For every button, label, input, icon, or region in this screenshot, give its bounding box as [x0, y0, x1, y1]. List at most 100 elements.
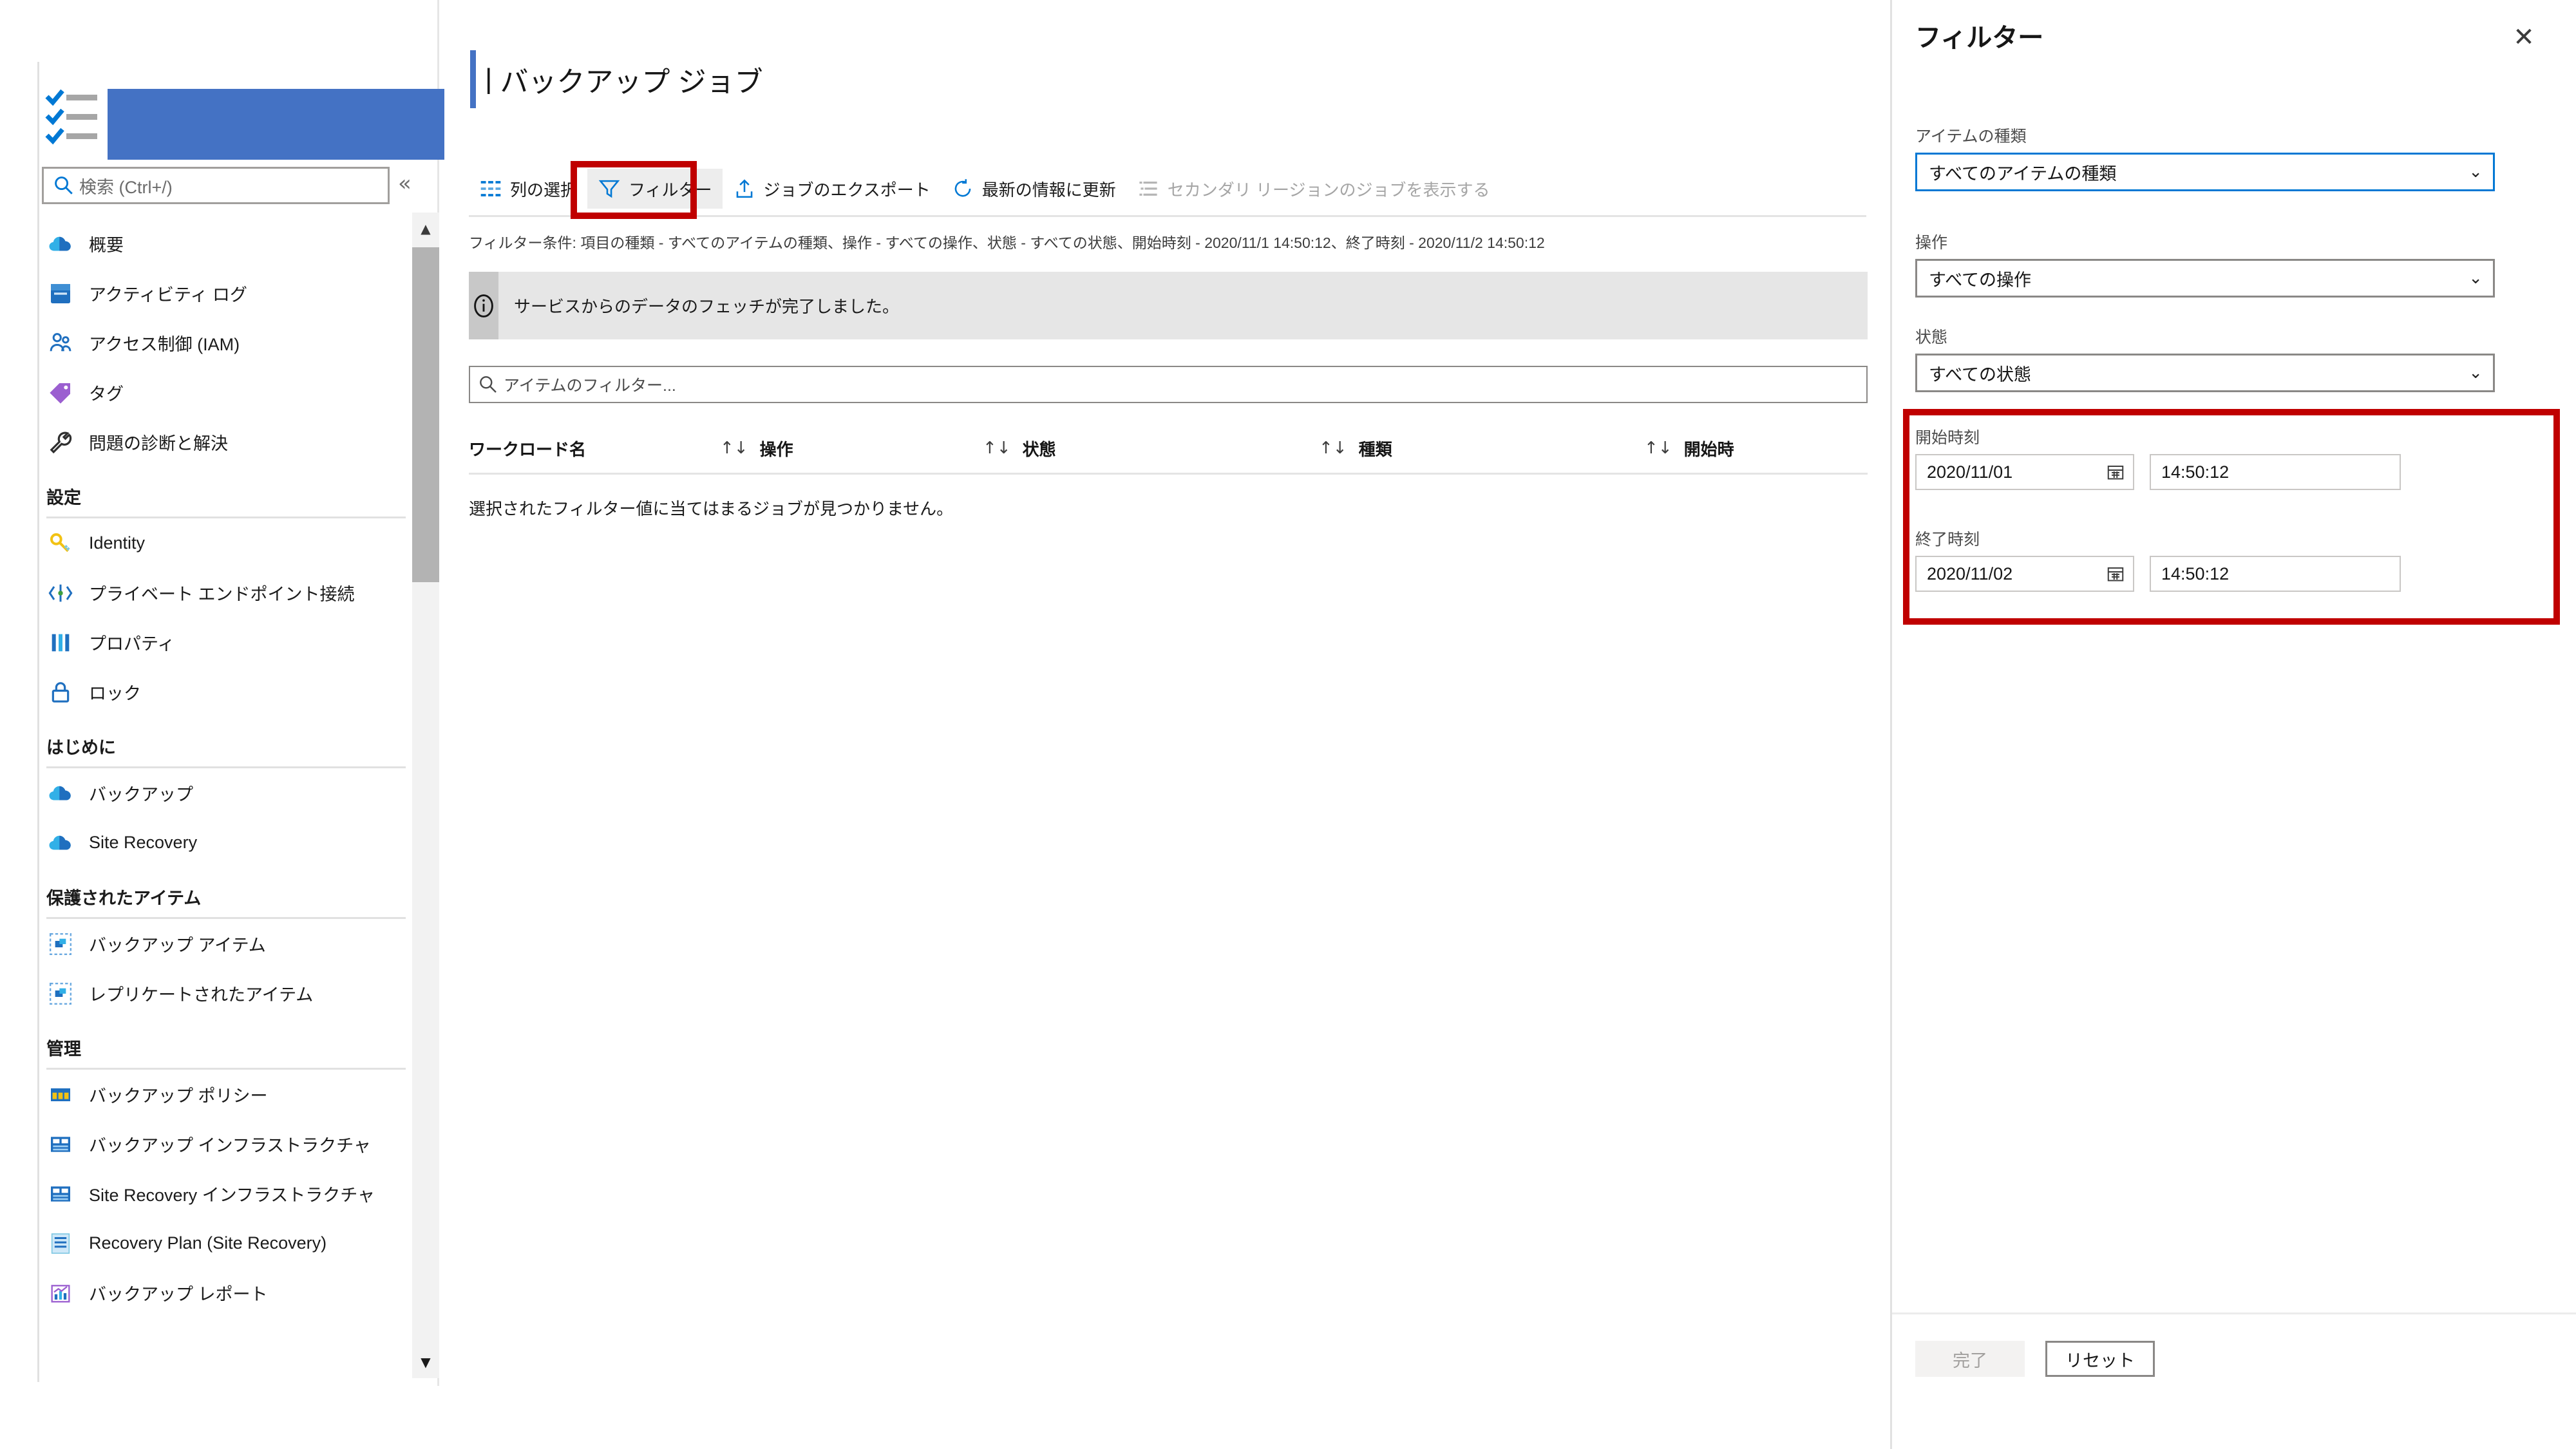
filter-panel-actions: 完了 リセット: [1915, 1341, 2155, 1377]
sidebar-item-site-recovery-infrastructure[interactable]: Site Recovery インフラストラクチャ: [40, 1169, 407, 1218]
column-header-status[interactable]: ↑↓ 状態: [983, 425, 1056, 471]
vault-header: Recovery Services コンテナー: [45, 71, 498, 184]
columns-icon: [479, 177, 502, 200]
sidebar-group-title: 保護されたアイテム: [46, 889, 202, 908]
column-label: 状態: [1022, 439, 1056, 459]
done-button[interactable]: 完了: [1915, 1341, 2025, 1377]
scroll-down-arrow-icon[interactable]: ▼: [412, 1349, 439, 1376]
select-columns-button[interactable]: 列の選択: [469, 169, 587, 209]
sidebar-item-tags[interactable]: タグ: [40, 368, 407, 417]
sidebar-item-overview[interactable]: 概要: [40, 219, 407, 269]
column-header-workload-name[interactable]: ワークロード名: [469, 425, 586, 471]
sidebar-item-properties[interactable]: プロパティ: [40, 618, 407, 667]
left-sidebar: Recovery Services コンテナー 検索 (Ctrl+/) « ▲ …: [0, 0, 498, 1386]
chevron-down-icon: ⌄: [2468, 162, 2483, 182]
operation-select[interactable]: すべての操作 ⌄: [1915, 259, 2495, 298]
toolbar-button-label: 最新の情報に更新: [981, 180, 1116, 200]
filter-field-item-type: アイテムの種類 すべてのアイテムの種類 ⌄: [1915, 124, 2495, 191]
end-date-input[interactable]: 2020/11/02: [1915, 556, 2134, 592]
list-icon: [1137, 177, 1160, 200]
status-select[interactable]: すべての状態 ⌄: [1915, 354, 2495, 392]
filter-button[interactable]: フィルター: [587, 169, 723, 209]
sidebar-item-recovery-plan[interactable]: Recovery Plan (Site Recovery): [40, 1218, 407, 1268]
sidebar-item-replicated-items[interactable]: レプリケートされたアイテム: [40, 969, 407, 1018]
sort-icon[interactable]: ↑↓: [720, 439, 748, 458]
column-header-type[interactable]: ↑↓ 種類: [1319, 425, 1392, 471]
sidebar-search-input[interactable]: 検索 (Ctrl+/): [42, 167, 390, 204]
sidebar-item-locks[interactable]: ロック: [40, 667, 407, 717]
filter-field-end-time: 終了時刻 2020/11/02 14:50:12: [1915, 527, 2495, 592]
sidebar-item-access-control[interactable]: アクセス制御 (IAM): [40, 318, 407, 368]
sidebar-group-protected-items: 保護されたアイテム: [40, 884, 407, 919]
breadcrumb-separator: |: [485, 62, 493, 95]
sidebar-item-label: Site Recovery: [89, 833, 198, 852]
reset-button[interactable]: リセット: [2045, 1341, 2155, 1377]
backup-infrastructure-icon: [46, 1130, 75, 1159]
sort-icon[interactable]: ↑↓: [983, 439, 1011, 458]
export-jobs-button[interactable]: ジョブのエクスポート: [723, 169, 941, 209]
azure-portal-screen: Recovery Services コンテナー 検索 (Ctrl+/) « ▲ …: [0, 0, 2576, 1449]
sidebar-scrollbar-thumb[interactable]: [412, 247, 439, 582]
item-type-select[interactable]: すべてのアイテムの種類 ⌄: [1915, 153, 2495, 191]
jobs-table-header: ワークロード名 ↑↓ 操作 ↑↓ 状態 ↑↓ 種類 ↑↓ 開始時: [469, 425, 1868, 471]
column-header-operation[interactable]: ↑↓ 操作: [720, 425, 793, 471]
sidebar-item-backup-infrastructure[interactable]: バックアップ インフラストラクチャ: [40, 1119, 407, 1169]
access-control-icon: [46, 329, 75, 357]
sidebar-item-backup-policies[interactable]: バックアップ ポリシー: [40, 1070, 407, 1119]
refresh-button[interactable]: 最新の情報に更新: [941, 169, 1126, 209]
column-header-start-time[interactable]: ↑↓ 開始時: [1644, 425, 1734, 471]
sidebar-group-manage: 管理: [40, 1035, 407, 1070]
sidebar-item-diagnose-solve[interactable]: 問題の診断と解決: [40, 417, 407, 467]
sidebar-item-backup[interactable]: バックアップ: [40, 768, 407, 818]
item-filter-input[interactable]: アイテムのフィルター...: [469, 366, 1868, 403]
sidebar-item-label: バックアップ レポート: [89, 1285, 268, 1304]
sidebar-item-site-recovery[interactable]: Site Recovery: [40, 818, 407, 867]
sidebar-item-label: 問題の診断と解決: [89, 434, 228, 453]
close-icon[interactable]: ✕: [2507, 21, 2541, 54]
toolbar-divider: [469, 215, 1866, 217]
sidebar-item-backup-reports[interactable]: バックアップ レポート: [40, 1268, 407, 1318]
sidebar-item-label: バックアップ インフラストラクチャ: [89, 1136, 371, 1155]
select-value: すべてのアイテムの種類: [1929, 164, 2117, 184]
sidebar-group-getting-started: はじめに: [40, 734, 407, 768]
sidebar-item-label: プロパティ: [89, 634, 175, 654]
sidebar-item-label: バックアップ アイテム: [89, 936, 266, 955]
backup-policy-icon: [46, 1081, 75, 1109]
sidebar-group-title: はじめに: [46, 738, 116, 757]
sidebar-item-identity[interactable]: Identity: [40, 518, 407, 568]
toolbar-button-label: セカンダリ リージョンのジョブを表示する: [1167, 180, 1490, 200]
sidebar-item-label: Recovery Plan (Site Recovery): [89, 1233, 327, 1253]
filter-panel-title: フィルター: [1915, 24, 2044, 52]
page-title: バックアップ ジョブ: [500, 66, 763, 98]
start-time-input[interactable]: 14:50:12: [2150, 454, 2401, 490]
end-time-value: 14:50:12: [2161, 564, 2230, 583]
chevron-down-icon: ⌄: [2468, 363, 2483, 383]
filter-condition-summary: フィルター条件: 項目の種類 - すべてのアイテムの種類、操作 - すべての操作…: [469, 234, 1545, 251]
sidebar-collapse-button[interactable]: «: [398, 173, 412, 194]
wrench-icon: [46, 428, 75, 457]
cloud-overview-icon: [46, 230, 75, 258]
item-filter-placeholder: アイテムのフィルター...: [504, 377, 676, 395]
end-time-row: 2020/11/02 14:50:12: [1915, 556, 2495, 592]
scroll-up-arrow-icon[interactable]: ▲: [412, 215, 439, 242]
end-time-input[interactable]: 14:50:12: [2150, 556, 2401, 592]
show-secondary-region-jobs-button[interactable]: セカンダリ リージョンのジョブを表示する: [1126, 169, 1501, 209]
calendar-icon[interactable]: [2106, 462, 2125, 482]
sidebar-group-title: 管理: [46, 1039, 81, 1059]
search-icon: [53, 175, 75, 196]
start-date-input[interactable]: 2020/11/01: [1915, 454, 2134, 490]
sidebar-item-label: バックアップ: [89, 785, 193, 804]
calendar-icon[interactable]: [2106, 564, 2125, 583]
toolbar-button-label: フィルター: [629, 180, 712, 200]
private-endpoint-icon: [46, 579, 75, 607]
start-date-value: 2020/11/01: [1927, 462, 2013, 482]
sidebar-item-backup-items[interactable]: バックアップ アイテム: [40, 919, 407, 969]
key-icon: [46, 529, 75, 558]
sort-icon[interactable]: ↑↓: [1644, 439, 1672, 458]
empty-state-message: 選択されたフィルター値に当てはまるジョブが見つかりません。: [469, 499, 954, 518]
sidebar-item-private-endpoint[interactable]: プライベート エンドポイント接続: [40, 568, 407, 618]
sidebar-item-activity-log[interactable]: アクティビティ ログ: [40, 269, 407, 318]
sidebar-item-label: タグ: [89, 384, 124, 404]
sort-icon[interactable]: ↑↓: [1319, 439, 1347, 458]
sidebar-scrollbar[interactable]: ▲ ▼: [412, 213, 439, 1378]
